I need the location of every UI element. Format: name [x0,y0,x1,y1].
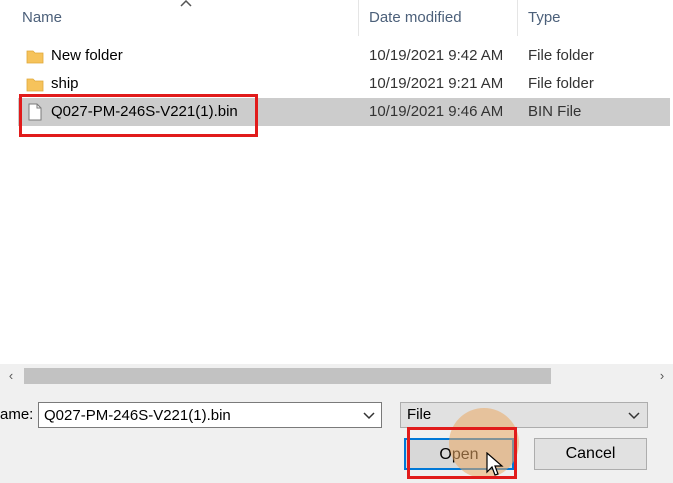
type-column-header[interactable]: Type [528,0,561,36]
folder-icon [26,50,44,64]
folder-icon [26,78,44,92]
file-name-input[interactable] [38,402,382,428]
name-column-header[interactable]: Name [22,0,62,36]
sort-ascending-icon [180,0,192,7]
chevron-down-icon[interactable] [358,404,380,426]
file-date: 10/19/2021 9:46 AM [369,103,504,120]
file-type: File folder [528,47,594,64]
mouse-cursor-icon [486,452,504,476]
horizontal-scrollbar[interactable]: ‹ › [0,364,673,388]
scroll-left-icon[interactable]: ‹ [3,367,19,385]
file-date: 10/19/2021 9:21 AM [369,75,504,92]
file-name: New folder [51,47,123,64]
date-modified-column-header[interactable]: Date modified [369,0,462,36]
file-type-dropdown-value: File [407,406,432,423]
cancel-button[interactable]: Cancel [534,438,647,470]
column-header: Name Date modified Type [0,0,673,36]
scroll-right-icon[interactable]: › [654,367,670,385]
file-type-dropdown[interactable]: File [400,402,648,428]
chevron-down-icon [628,412,640,420]
annotation-highlight-file [19,94,258,137]
file-name-label: ame: [0,406,34,423]
file-type: BIN File [528,103,582,120]
column-divider[interactable] [517,0,518,36]
file-row-new-folder[interactable]: New folder 10/19/2021 9:42 AM File folde… [18,42,670,70]
file-date: 10/19/2021 9:42 AM [369,47,504,64]
scrollbar-thumb[interactable] [24,368,551,384]
column-divider[interactable] [358,0,359,36]
file-type: File folder [528,75,594,92]
